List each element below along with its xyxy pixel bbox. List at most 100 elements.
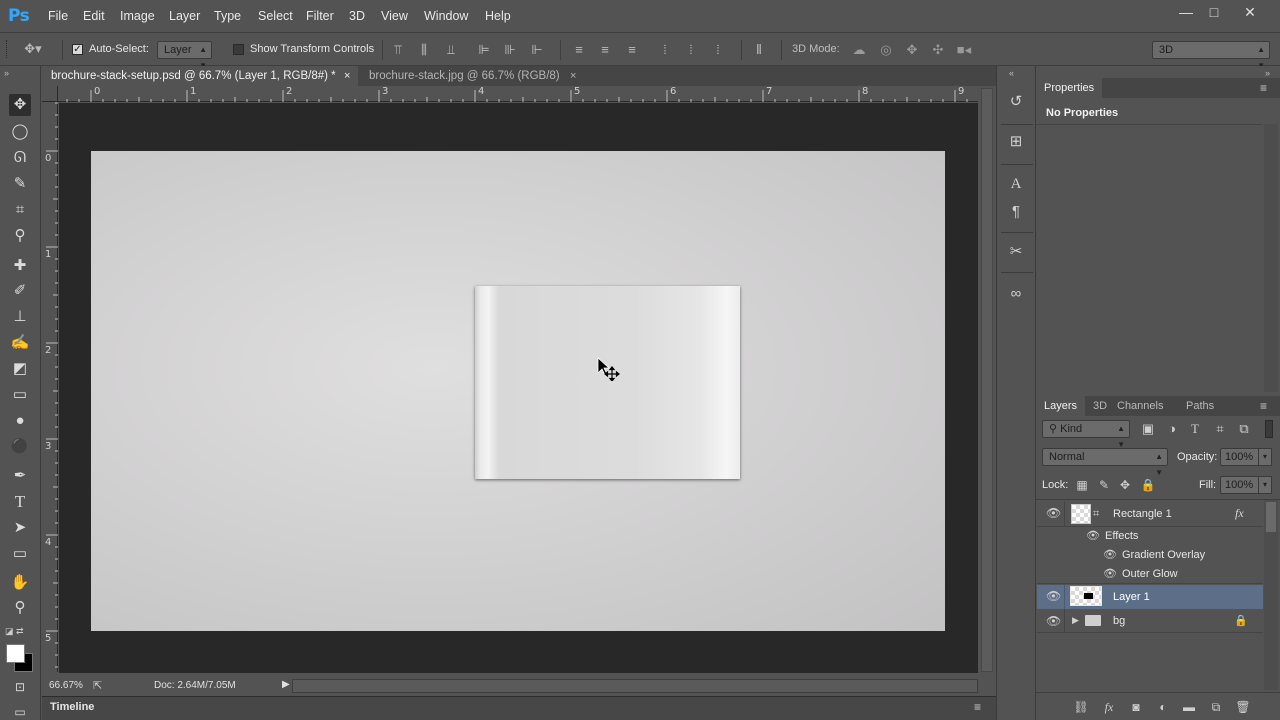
effects-visibility-eye-icon[interactable]: 👁 <box>1086 529 1100 542</box>
clone-stamp-tool-icon[interactable]: ⊥ <box>9 306 31 328</box>
workspace-dropdown[interactable]: 3D▲▼ <box>1152 41 1270 70</box>
rectangle-layer-shape[interactable] <box>475 286 740 479</box>
brush-tool-icon[interactable]: ✐ <box>9 280 31 302</box>
layer-name[interactable]: Layer 1 <box>1113 591 1150 603</box>
menu-image[interactable]: Image <box>120 9 155 23</box>
3d-pan-icon[interactable]: ✥ <box>904 42 920 58</box>
layer-filter-dropdown[interactable]: ⚲ Kind ▲ ▼ <box>1042 420 1130 449</box>
opacity-slider-toggle[interactable]: ▾ <box>1258 448 1272 466</box>
align-bottom-icon[interactable]: ⫫ <box>443 42 459 58</box>
gradient-tool-icon[interactable]: ▭ <box>9 384 31 406</box>
lock-position-icon[interactable]: ✥ <box>1117 477 1133 493</box>
healing-brush-tool-icon[interactable]: ✚ <box>9 255 31 277</box>
paragraph-panel-icon[interactable]: ¶ <box>1005 201 1027 223</box>
timeline-menu-icon[interactable]: ≡ <box>974 700 981 714</box>
blend-mode-dropdown[interactable]: Normal ▲ ▼ <box>1042 448 1168 477</box>
eraser-tool-icon[interactable]: ◩ <box>9 358 31 380</box>
align-top-icon[interactable]: ⫪ <box>390 42 406 58</box>
layer-effect-gradient-overlay[interactable]: 👁 Gradient Overlay <box>1037 546 1263 565</box>
vertical-scroll-track[interactable] <box>981 88 993 672</box>
auto-select-target-dropdown[interactable]: Layer▲▼ <box>157 41 212 70</box>
effect-name[interactable]: Gradient Overlay <box>1122 549 1205 561</box>
rectangle-tool-icon[interactable]: ▭ <box>9 543 31 565</box>
distribute-top-icon[interactable]: ≡ <box>571 42 587 58</box>
menu-layer[interactable]: Layer <box>169 9 200 23</box>
tab-brochure-stack-jpg[interactable]: brochure-stack.jpg @ 66.7% (RGB/8) × <box>360 66 582 86</box>
vertical-ruler[interactable]: 0 1 2 3 4 5 <box>42 102 58 672</box>
menu-help[interactable]: Help <box>485 9 511 23</box>
layer-row-bg-group[interactable]: 👁 ▶ bg 🔒 <box>1037 609 1263 633</box>
layers-scroll-thumb[interactable] <box>1266 502 1276 532</box>
fill-slider-toggle[interactable]: ▾ <box>1258 476 1272 494</box>
distribute-left-icon[interactable]: ⦙ <box>657 42 673 58</box>
distribute-hcenter-icon[interactable]: ⦙ <box>683 42 699 58</box>
type-tool-icon[interactable]: T <box>9 491 31 513</box>
pen-tool-icon[interactable]: ✒ <box>9 465 31 487</box>
expand-panels-icon[interactable]: « <box>1009 68 1014 78</box>
properties-menu-icon[interactable]: ≡ <box>1260 81 1267 95</box>
new-adjustment-layer-icon[interactable]: ◐ <box>1155 700 1171 714</box>
layer-row-rectangle-1[interactable]: 👁 ⌗ Rectangle 1 fx <box>1037 501 1263 527</box>
character-panel-icon[interactable]: A <box>1005 173 1027 195</box>
quick-selection-tool-icon[interactable]: ✎ <box>9 173 31 195</box>
menu-window[interactable]: Window <box>424 9 468 23</box>
lock-image-icon[interactable]: ✎ <box>1096 477 1112 493</box>
creative-cloud-icon[interactable]: ∞ <box>1005 283 1027 305</box>
close-tab-icon[interactable]: × <box>344 66 350 86</box>
layer-name[interactable]: Rectangle 1 <box>1113 508 1172 520</box>
menu-edit[interactable]: Edit <box>83 9 105 23</box>
marquee-tool-icon[interactable]: ◯ <box>9 121 31 143</box>
align-left-icon[interactable]: ⊫ <box>476 42 492 58</box>
zoom-level[interactable]: 66.67% <box>49 680 83 691</box>
visibility-eye-icon[interactable]: 👁 <box>1046 506 1061 520</box>
tab-properties[interactable]: Properties <box>1036 78 1103 98</box>
tab-channels[interactable]: Channels <box>1109 396 1171 416</box>
delete-layer-icon[interactable]: 🗑 <box>1235 700 1251 714</box>
history-brush-tool-icon[interactable]: ✍ <box>9 332 31 354</box>
auto-align-icon[interactable]: ⫴ <box>751 42 767 58</box>
align-hcenter-icon[interactable]: ⊪ <box>502 42 518 58</box>
menu-view[interactable]: View <box>381 9 408 23</box>
effect-visibility-eye-icon[interactable]: 👁 <box>1103 567 1117 580</box>
collapse-toolbar-icon[interactable]: » <box>4 68 9 78</box>
history-panel-icon[interactable]: ↺ <box>1005 91 1027 113</box>
3d-slide-icon[interactable]: ✣ <box>930 42 946 58</box>
layer-effect-outer-glow[interactable]: 👁 Outer Glow <box>1037 565 1263 584</box>
menu-file[interactable]: File <box>48 9 68 23</box>
3d-roll-icon[interactable]: ◎ <box>878 42 894 58</box>
link-layers-icon[interactable]: ⛓ <box>1073 700 1089 714</box>
layer-effects-row[interactable]: 👁 Effects <box>1037 527 1263 546</box>
filter-type-icon[interactable]: T <box>1187 421 1203 437</box>
distribute-vcenter-icon[interactable]: ≡ <box>597 42 613 58</box>
menu-filter[interactable]: Filter <box>306 9 334 23</box>
3d-orbit-icon[interactable]: ☁ <box>851 42 867 58</box>
auto-select-checkbox[interactable]: ✓ <box>72 44 83 55</box>
layers-menu-icon[interactable]: ≡ <box>1260 399 1267 413</box>
lasso-tool-icon[interactable]: ᘏ <box>9 147 31 169</box>
new-group-icon[interactable]: ▬ <box>1181 700 1197 714</box>
blur-tool-icon[interactable]: ● <box>9 410 31 432</box>
visibility-eye-icon[interactable]: 👁 <box>1046 589 1061 603</box>
layer-row-layer-1[interactable]: 👁 Layer 1 <box>1037 585 1263 609</box>
path-selection-tool-icon[interactable]: ➤ <box>9 517 31 539</box>
filter-toggle-switch[interactable] <box>1265 420 1273 438</box>
eyedropper-tool-icon[interactable]: ⚲ <box>9 225 31 247</box>
share-icon[interactable]: ⇱ <box>93 679 102 692</box>
filter-pixel-icon[interactable]: ▣ <box>1140 421 1156 437</box>
close-tab-icon[interactable]: × <box>570 66 576 86</box>
lock-transparent-icon[interactable]: ▦ <box>1074 477 1090 493</box>
tab-layers[interactable]: Layers <box>1036 396 1086 416</box>
horizontal-ruler[interactable]: 0 1 2 3 4 5 6 7 8 9 <box>58 86 978 102</box>
distribute-right-icon[interactable]: ⦙ <box>710 42 726 58</box>
effect-name[interactable]: Outer Glow <box>1122 568 1178 580</box>
filter-shape-icon[interactable]: ⌗ <box>1212 421 1228 437</box>
align-vcenter-icon[interactable]: ⫼ <box>416 42 432 58</box>
minimize-button[interactable]: — <box>1171 3 1201 21</box>
menu-type[interactable]: Type <box>214 9 241 23</box>
properties-scrollbar[interactable] <box>1264 124 1278 392</box>
status-menu-arrow-icon[interactable]: ▶ <box>282 679 290 690</box>
visibility-eye-icon[interactable]: 👁 <box>1046 614 1061 628</box>
default-colors-icon[interactable]: ◪ ⇄ <box>5 626 24 637</box>
horizontal-scrollbar[interactable] <box>292 679 978 693</box>
quick-mask-icon[interactable]: ⊡ <box>9 676 31 698</box>
